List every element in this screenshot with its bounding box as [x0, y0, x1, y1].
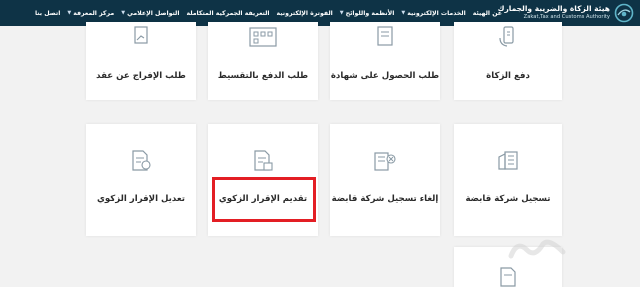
nav-contact-us-label: اتصل بنا: [34, 9, 61, 17]
contract-release-icon: [134, 26, 148, 44]
nav-about[interactable]: عن الهيئة: [473, 10, 502, 17]
service-card-installment-request[interactable]: طلب الدفع بالتقسيط: [208, 22, 318, 100]
nav-e-services-label: الخدمات الإلكترونية: [407, 9, 466, 17]
nav-knowledge-center[interactable]: مركز المعرفة ▼: [67, 10, 114, 17]
card-label: تعديل الإقرار الزكوي: [97, 194, 185, 204]
nav-e-services[interactable]: الخدمات الإلكترونية ▼: [401, 10, 465, 17]
building-icon: [498, 151, 518, 170]
service-card-holding-registration[interactable]: تسجيل شركة قابضة: [454, 124, 562, 236]
nav-regulations-label: الأنظمة واللوائح: [345, 9, 395, 17]
logo-arabic-text: هيئة الزكاة والضريبة والجمارك: [497, 4, 610, 13]
card-label: إلغاء تسجيل شركة قابضة: [331, 194, 439, 204]
nav-e-invoicing-label: الفوترة الإلكترونية: [276, 9, 333, 17]
nav-e-invoicing[interactable]: الفوترة الإلكترونية: [277, 10, 333, 17]
service-card-holding-deregistration[interactable]: إلغاء تسجيل شركة قابضة: [330, 124, 440, 236]
service-card-contract-release[interactable]: طلب الإفراج عن عقد: [86, 22, 196, 100]
certificate-icon: [377, 26, 393, 46]
nav-about-label: عن الهيئة: [472, 9, 502, 17]
service-card-certificate-request[interactable]: طلب الحصول على شهادة: [330, 22, 440, 100]
authority-logo[interactable]: هيئة الزكاة والضريبة والجمارك Zakat,Tax …: [498, 2, 634, 24]
installment-calendar-icon: [249, 27, 277, 47]
nav-knowledge-center-label: مركز المعرفة: [73, 9, 115, 17]
card-label: طلب الحصول على شهادة: [330, 71, 440, 81]
nav-regulations[interactable]: الأنظمة واللوائح ▼: [340, 10, 395, 17]
chevron-down-icon: ▼: [401, 10, 406, 16]
chevron-down-icon: ▼: [121, 10, 126, 16]
phone-payment-icon: [499, 26, 514, 47]
chevron-down-icon: ▼: [339, 10, 344, 16]
nav-media[interactable]: التواصل الإعلامي ▼: [121, 10, 179, 17]
zatca-logo-icon: [614, 3, 634, 23]
card-label: دفع الزكاة: [486, 71, 530, 81]
service-card-submit-zakat-return[interactable]: تقديم الإقرار الزكوي: [208, 124, 318, 236]
nav-media-label: التواصل الإعلامي: [127, 9, 180, 17]
card-label: طلب الإفراج عن عقد: [96, 71, 186, 81]
card-label: طلب الدفع بالتقسيط: [217, 71, 309, 81]
card-label: تسجيل شركة قابضة: [465, 194, 551, 204]
building-cancel-icon: [374, 152, 396, 171]
chevron-down-icon: ▼: [67, 10, 72, 16]
service-card-amend-zakat-return[interactable]: تعديل الإقرار الزكوي: [86, 124, 196, 236]
document-icon: [500, 267, 516, 287]
logo-english-text: Zakat,Tax and Customs Authority: [523, 14, 610, 20]
service-card-pay-zakat[interactable]: دفع الزكاة: [454, 22, 562, 100]
watermark-logo: [508, 239, 566, 259]
nav-customs-tariff[interactable]: التعريفة الجمركية المتكاملة: [186, 10, 269, 17]
document-edit-icon: [132, 150, 151, 171]
card-label: تقديم الإقرار الزكوي: [218, 194, 308, 204]
document-submit-icon: [254, 150, 273, 171]
nav-customs-tariff-label: التعريفة الجمركية المتكاملة: [186, 9, 270, 17]
nav-contact-us[interactable]: اتصل بنا: [35, 10, 60, 17]
